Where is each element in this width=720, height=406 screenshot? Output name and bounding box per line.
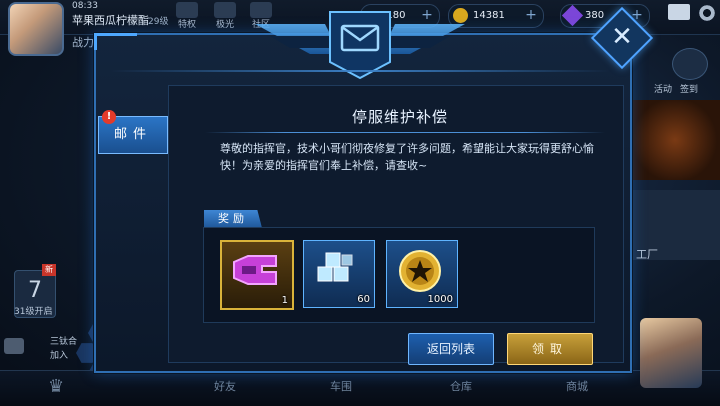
coin-value: 14381 [473, 10, 505, 21]
chat-icon[interactable] [4, 338, 24, 354]
chat-line-1: 三钛合 [50, 337, 78, 347]
nav-aurora[interactable]: 极光 [216, 17, 234, 30]
nav-privilege[interactable]: 特权 [178, 17, 196, 30]
title-divider [205, 132, 605, 133]
coin-plus-button[interactable]: + [523, 7, 539, 23]
promo-banner[interactable] [630, 100, 720, 180]
new-badge: 新 [42, 264, 56, 276]
commander-portrait [640, 318, 702, 388]
locked-feature-glyph: 7 [28, 278, 42, 303]
tab-alert-badge: ! [102, 110, 116, 124]
nav-garage[interactable]: 车围 [330, 378, 352, 394]
emblem-line [110, 70, 610, 72]
signin-label[interactable]: 签到 [680, 82, 698, 95]
event-label[interactable]: 活动 [654, 82, 672, 95]
reward-count: 1 [281, 295, 288, 306]
reward-item-chip[interactable]: 1 [220, 240, 294, 310]
privilege-icon[interactable] [176, 2, 198, 18]
clock: 08:33 [72, 1, 98, 11]
reward-count: 60 [357, 294, 370, 305]
reward-section-label: 奖励 [204, 210, 262, 228]
back-to-list-button[interactable]: 返回列表 [408, 333, 494, 365]
mail-title: 停服维护补偿 [351, 108, 448, 126]
close-icon[interactable]: ✕ [600, 16, 644, 60]
mail-body-text: 尊敬的指挥官，技术小哥们彻夜修复了许多问题，希望能让大家玩得更舒心愉快！为亲爱的… [220, 142, 594, 172]
gear-icon[interactable] [698, 4, 716, 22]
bottom-nav-bar [0, 370, 720, 406]
nav-shop[interactable]: 商城 [566, 378, 588, 394]
chat-line-2: 加入 [50, 351, 69, 361]
aurora-icon[interactable] [214, 2, 236, 18]
reward-item-ice[interactable]: 60 [303, 240, 375, 308]
factory-label[interactable]: 工厂 [636, 246, 658, 262]
player-name: 苹果西瓜柠檬酯 [72, 14, 149, 27]
locked-feature-label: 31级开启 [14, 307, 53, 317]
trophy-icon[interactable]: ♛ [48, 376, 70, 397]
nav-warehouse[interactable]: 仓库 [450, 378, 472, 394]
mail-icon[interactable] [668, 4, 690, 20]
reward-count: 1000 [427, 294, 453, 305]
signin-icon[interactable] [672, 48, 708, 80]
gem-icon [561, 4, 584, 27]
claim-button[interactable]: 领取 [507, 333, 593, 365]
player-avatar[interactable] [8, 2, 64, 56]
player-level: 29级 [148, 17, 169, 27]
nav-friends[interactable]: 好友 [214, 378, 236, 394]
reward-item-medal[interactable]: 1000 [386, 240, 458, 308]
power-label: 战力 [72, 36, 94, 49]
chip-icon [233, 255, 277, 285]
